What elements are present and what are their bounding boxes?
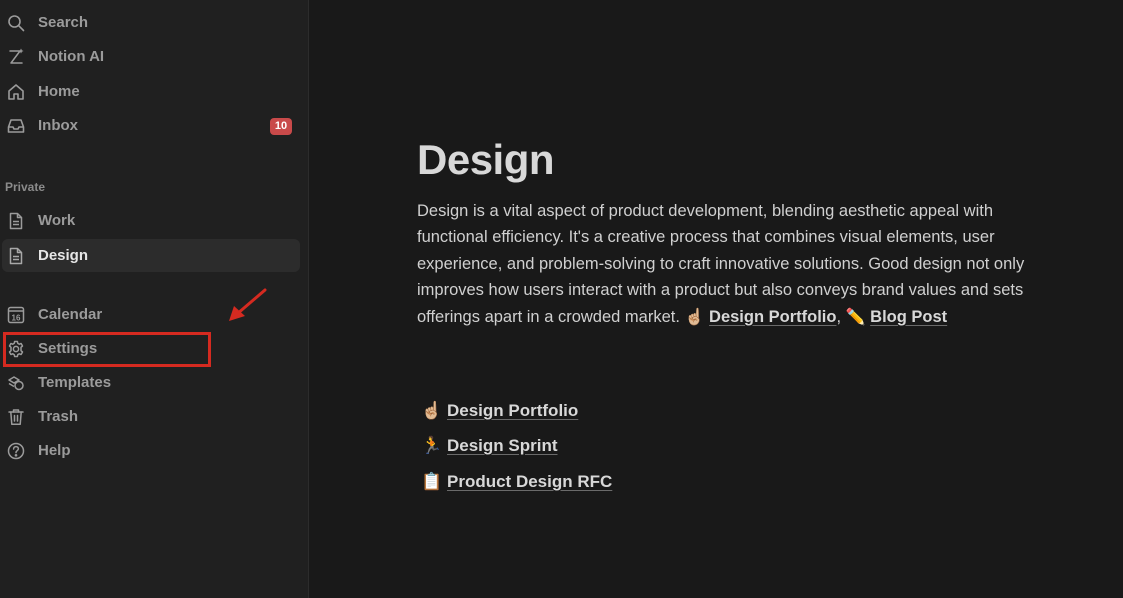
templates-icon — [7, 374, 25, 392]
sidebar-item-label: Work — [38, 212, 76, 229]
pencil-icon: ✏️ — [845, 308, 866, 326]
pointing-finger-icon: ☝🏼 — [421, 401, 443, 420]
sidebar-item-templates[interactable]: Templates — [2, 368, 300, 398]
sidebar-item-notion-ai[interactable]: Notion AI — [2, 42, 300, 72]
private-section-title: Private — [5, 180, 46, 194]
sidebar-item-label: Trash — [38, 408, 79, 425]
inline-link-design-portfolio[interactable]: Design Portfolio — [709, 308, 836, 326]
clipboard-icon: 📋 — [421, 472, 443, 491]
page-icon — [7, 212, 25, 230]
sidebar-item-label: Help — [38, 442, 71, 459]
svg-text:16: 16 — [12, 313, 21, 322]
sidebar-item-label: Calendar — [38, 306, 103, 323]
page-description: Design is a vital aspect of product deve… — [417, 198, 1032, 331]
sidebar: Search Notion AI Home Inbox 10 Private W… — [0, 0, 309, 598]
sidebar-item-calendar[interactable]: 16 Calendar — [2, 300, 300, 330]
link-separator: , — [836, 307, 842, 326]
subpage-link[interactable]: Design Portfolio — [447, 401, 578, 421]
sidebar-item-help[interactable]: Help — [2, 436, 300, 466]
trash-icon — [7, 408, 25, 426]
pointing-finger-icon: ☝🏼 — [684, 308, 705, 326]
inline-link-blog-post[interactable]: Blog Post — [870, 308, 947, 326]
sidebar-item-label: Templates — [38, 374, 112, 391]
sidebar-item-search[interactable]: Search — [2, 8, 300, 38]
sidebar-item-label: Inbox — [38, 117, 78, 134]
inbox-icon — [7, 117, 25, 135]
sidebar-item-design[interactable]: Design — [2, 239, 300, 272]
page-content: Design Design is a vital aspect of produ… — [309, 0, 1123, 598]
sidebar-item-settings[interactable]: Settings — [2, 334, 300, 364]
calendar-icon: 16 — [7, 306, 25, 324]
gear-icon — [7, 340, 25, 358]
sidebar-item-inbox[interactable]: Inbox 10 — [2, 111, 300, 141]
subpage-item-product-design-rfc[interactable]: 📋 Product Design RFC — [421, 469, 612, 495]
runner-icon: 🏃 — [421, 436, 443, 455]
subpage-link[interactable]: Design Sprint — [447, 436, 558, 456]
sidebar-item-work[interactable]: Work — [2, 206, 300, 236]
subpage-item-design-portfolio[interactable]: ☝🏼 Design Portfolio — [421, 398, 578, 424]
home-icon — [7, 83, 25, 101]
subpage-item-design-sprint[interactable]: 🏃 Design Sprint — [421, 433, 558, 459]
sidebar-item-label: Settings — [38, 340, 98, 357]
sidebar-item-trash[interactable]: Trash — [2, 402, 300, 432]
subpage-link[interactable]: Product Design RFC — [447, 472, 612, 492]
notion-ai-icon — [7, 48, 25, 66]
sidebar-item-home[interactable]: Home — [2, 77, 300, 107]
sidebar-item-label: Design — [38, 247, 89, 264]
notion-app: Search Notion AI Home Inbox 10 Private W… — [0, 0, 1123, 598]
sidebar-item-label: Notion AI — [38, 48, 105, 65]
sidebar-item-label: Search — [38, 14, 89, 31]
page-title: Design — [417, 136, 555, 183]
search-icon — [7, 14, 25, 32]
help-icon — [7, 442, 25, 460]
sidebar-item-label: Home — [38, 83, 80, 100]
page-icon — [7, 247, 25, 265]
inbox-count-badge: 10 — [270, 118, 292, 135]
